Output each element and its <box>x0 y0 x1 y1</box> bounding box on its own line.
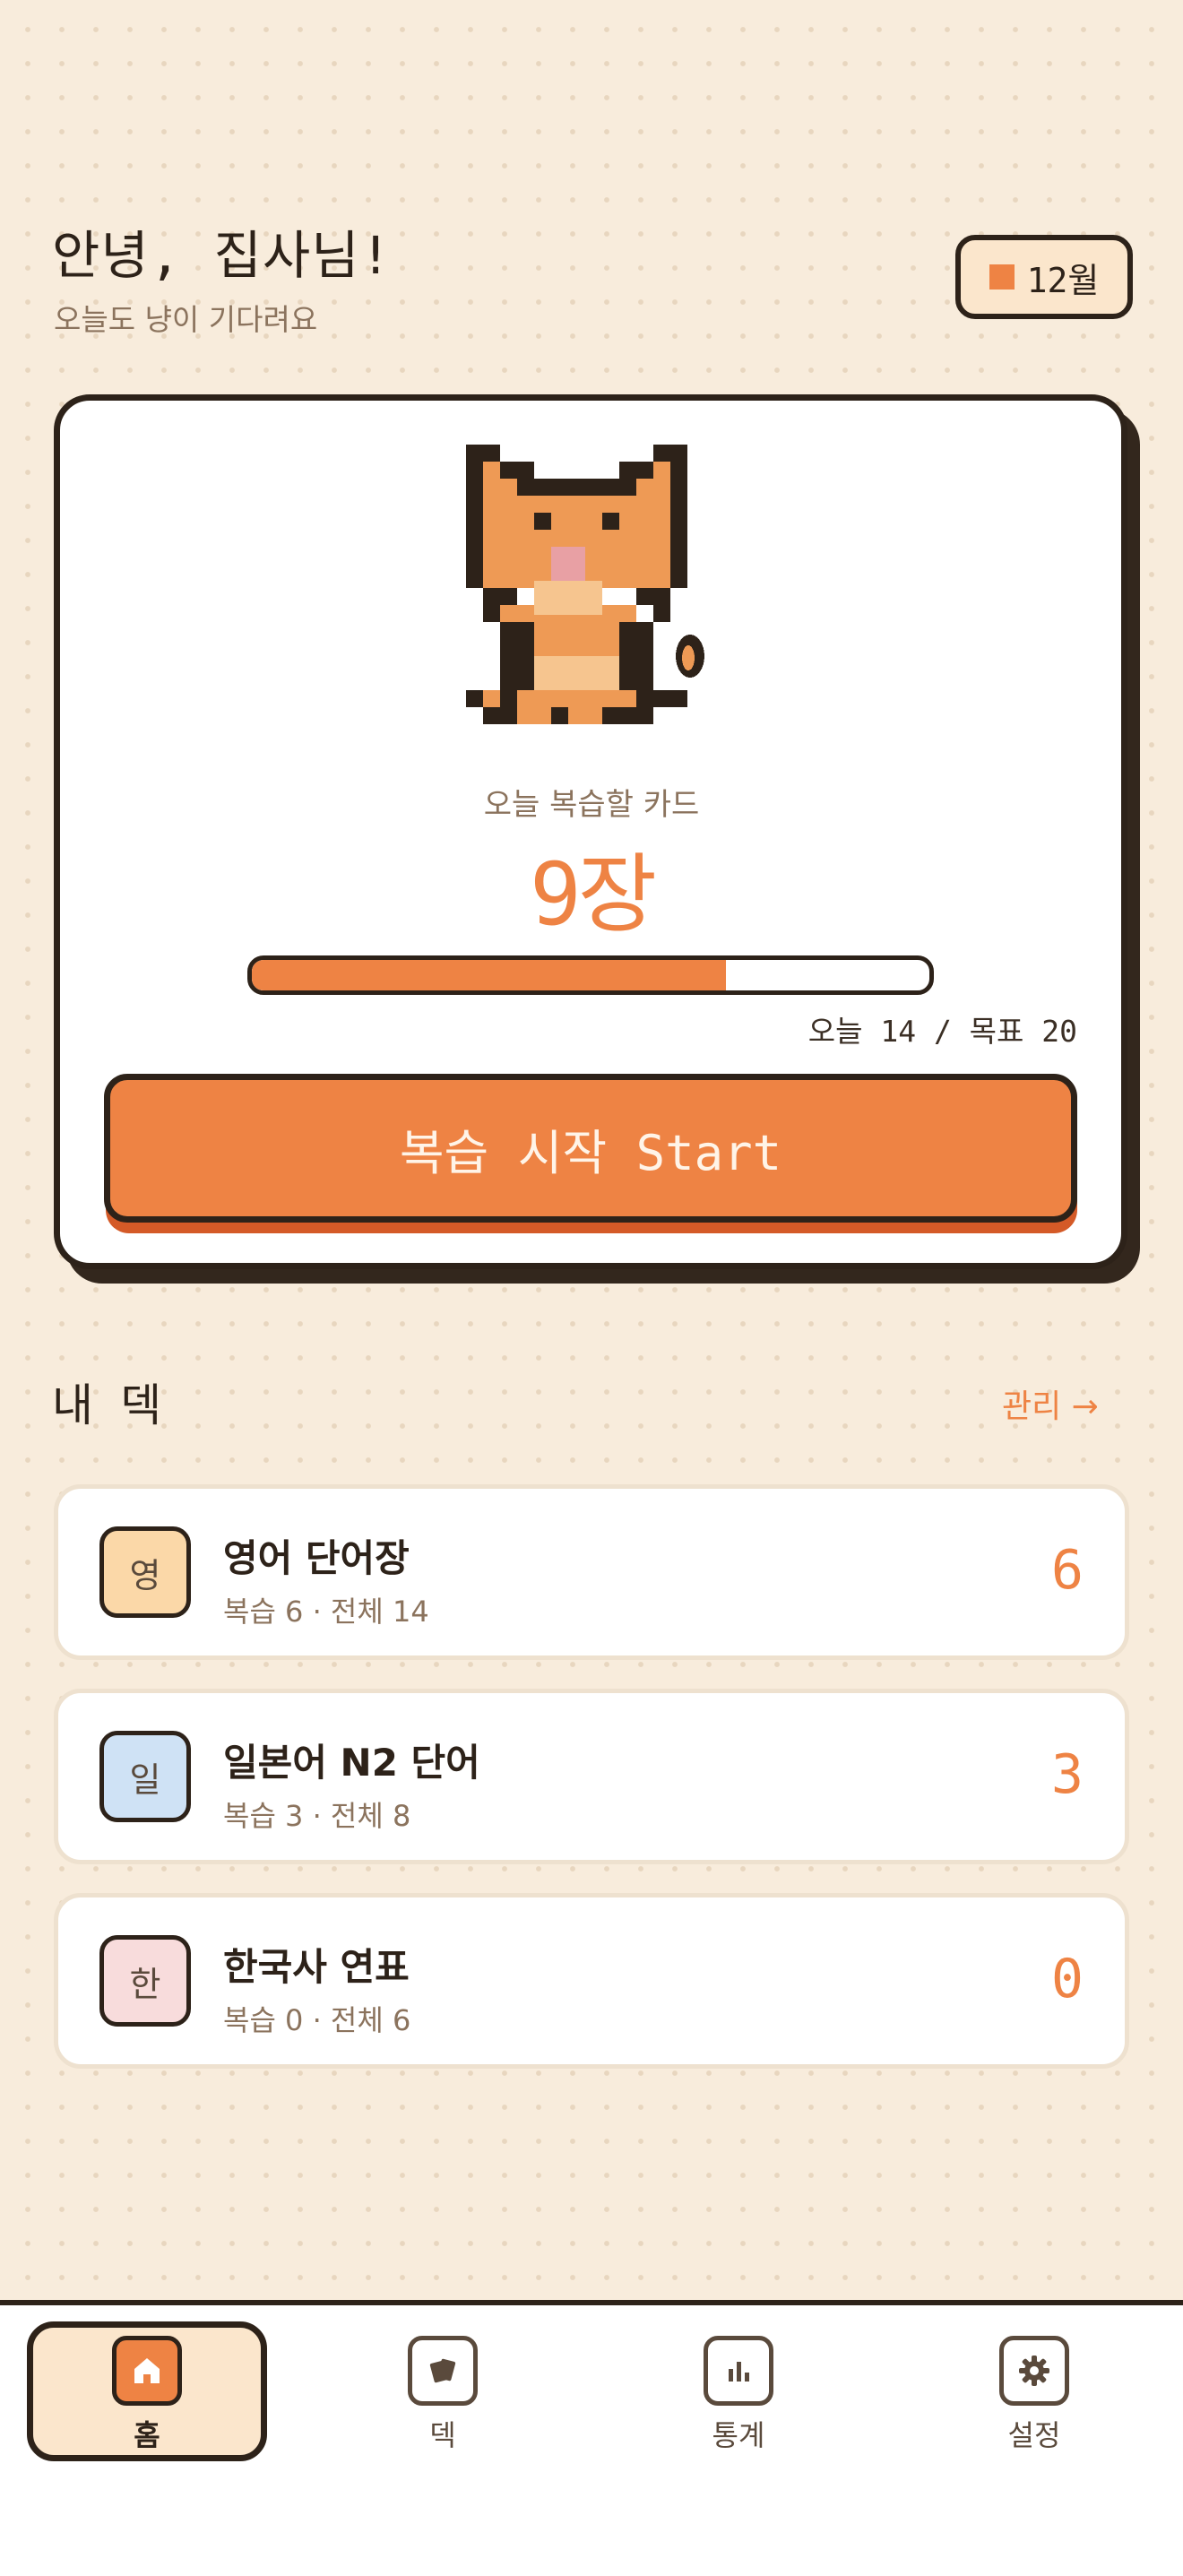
manage-decks-link[interactable]: 관리 → <box>1002 1380 1099 1427</box>
greeting-title: 안녕, 집사님! <box>52 225 393 286</box>
daily-progress-bar <box>247 955 934 995</box>
deck-item[interactable]: 한 한국사 연표 복습 0 · 전체 6 0 <box>54 1893 1129 2069</box>
goal-text: 오늘 14 / 목표 20 <box>807 1014 1077 1049</box>
nav-label-settings: 설정 <box>1007 2418 1061 2452</box>
nav-label-home: 홈 <box>134 2418 160 2452</box>
nav-item-home[interactable]: 홈 <box>57 2336 237 2454</box>
home-icon <box>112 2336 182 2406</box>
cards-icon <box>408 2336 478 2406</box>
calendar-square-icon <box>989 264 1015 290</box>
nav-item-settings[interactable]: 설정 <box>945 2336 1124 2454</box>
review-count: 9장 <box>529 844 657 945</box>
date-chip[interactable]: 12월 <box>955 235 1133 319</box>
date-chip-label: 12월 <box>1026 260 1100 300</box>
deck-initial-icon: 영 <box>99 1526 191 1618</box>
nav-label-stats: 통계 <box>712 2418 765 2452</box>
deck-review-count: 3 <box>1050 1743 1084 1806</box>
start-review-button[interactable]: 복습 시작 Start <box>104 1074 1077 1223</box>
deck-title: 영어 단어장 <box>223 1536 410 1580</box>
deck-item[interactable]: 일 일본어 N2 단어 복습 3 · 전체 8 3 <box>54 1689 1129 1864</box>
deck-review-count: 6 <box>1050 1539 1084 1602</box>
deck-meta: 복습 6 · 전체 14 <box>223 1595 429 1629</box>
nav-item-decks[interactable]: 덱 <box>353 2336 532 2454</box>
pixel-cat-icon <box>466 445 717 740</box>
review-label: 오늘 복습할 카드 <box>483 787 700 823</box>
deck-title: 일본어 N2 단어 <box>223 1741 480 1785</box>
greeting-subtitle: 오늘도 냥이 기다려요 <box>54 302 318 337</box>
deck-initial-icon: 한 <box>99 1935 191 2027</box>
nav-label-decks: 덱 <box>429 2418 456 2452</box>
deck-meta: 복습 3 · 전체 8 <box>223 1799 411 1833</box>
gear-icon <box>999 2336 1069 2406</box>
deck-item[interactable]: 영 영어 단어장 복습 6 · 전체 14 6 <box>54 1484 1129 1660</box>
deck-initial-icon: 일 <box>99 1731 191 1822</box>
bar-chart-icon <box>704 2336 773 2406</box>
daily-progress-fill <box>252 960 727 990</box>
deck-review-count: 0 <box>1050 1948 1084 2010</box>
deck-meta: 복습 0 · 전체 6 <box>223 2003 411 2037</box>
deck-title: 한국사 연표 <box>223 1945 410 1989</box>
nav-item-stats[interactable]: 통계 <box>649 2336 828 2454</box>
decks-section-title: 내 덱 <box>52 1379 162 1431</box>
